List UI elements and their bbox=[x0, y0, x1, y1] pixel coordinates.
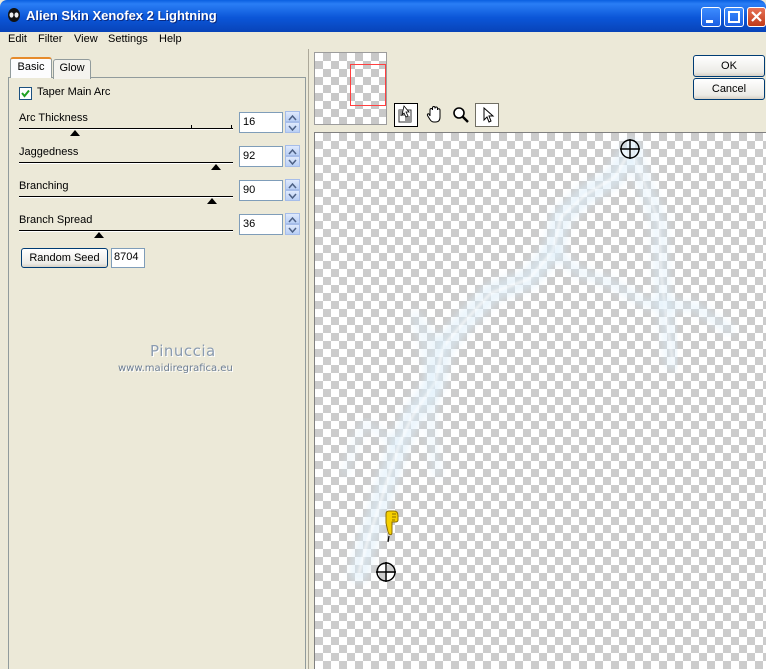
title-bar: Alien Skin Xenofex 2 Lightning bbox=[0, 0, 766, 32]
jaggedness-input[interactable]: 92 bbox=[239, 146, 283, 167]
jaggedness-label: Jaggedness bbox=[19, 146, 79, 158]
menu-bar: Edit Filter View Settings Help bbox=[0, 32, 766, 49]
spin-up-icon[interactable] bbox=[285, 145, 300, 156]
window-title: Alien Skin Xenofex 2 Lightning bbox=[26, 8, 217, 23]
hand-icon[interactable] bbox=[423, 103, 447, 127]
branching-spinner[interactable] bbox=[285, 179, 300, 201]
arc-thickness-input[interactable]: 16 bbox=[239, 112, 283, 133]
lightning-effect bbox=[341, 139, 734, 583]
tab-basic[interactable]: Basic bbox=[10, 57, 52, 78]
spin-down-icon[interactable] bbox=[285, 122, 300, 133]
crosshair-icon[interactable] bbox=[619, 138, 641, 160]
arrow-pointer-icon[interactable] bbox=[475, 103, 499, 127]
minimize-icon bbox=[706, 20, 713, 23]
watermark-name: Pinuccia bbox=[150, 342, 216, 360]
menu-edit[interactable]: Edit bbox=[8, 33, 27, 45]
spin-up-icon[interactable] bbox=[285, 111, 300, 122]
alien-head-icon bbox=[8, 8, 20, 22]
random-seed-value[interactable]: 8704 bbox=[111, 248, 145, 268]
branch-spread-label: Branch Spread bbox=[19, 214, 93, 226]
spin-down-icon[interactable] bbox=[285, 190, 300, 201]
maximize-button[interactable] bbox=[724, 7, 744, 27]
checkmark-icon bbox=[21, 89, 30, 98]
minimize-button[interactable] bbox=[701, 7, 721, 27]
cancel-button[interactable]: Cancel bbox=[693, 78, 765, 100]
crosshair-icon[interactable] bbox=[375, 561, 397, 583]
menu-view[interactable]: View bbox=[74, 33, 98, 45]
ok-button[interactable]: OK bbox=[693, 55, 765, 77]
branching-slider-thumb[interactable] bbox=[207, 198, 217, 204]
preview-canvas[interactable] bbox=[314, 132, 766, 669]
maximize-icon bbox=[728, 11, 740, 23]
taper-main-arc-checkbox[interactable] bbox=[19, 87, 32, 100]
spin-up-icon[interactable] bbox=[285, 213, 300, 224]
navigator-view-frame[interactable] bbox=[350, 64, 386, 106]
spin-up-icon[interactable] bbox=[285, 179, 300, 190]
jaggedness-spinner[interactable] bbox=[285, 145, 300, 167]
arc-thickness-slider[interactable] bbox=[19, 125, 233, 130]
branch-spread-slider[interactable] bbox=[19, 230, 233, 232]
zoom-icon[interactable] bbox=[449, 103, 473, 127]
tab-glow[interactable]: Glow bbox=[53, 59, 91, 79]
branch-spread-input[interactable]: 36 bbox=[239, 214, 283, 235]
jaggedness-slider[interactable] bbox=[19, 162, 233, 164]
spin-down-icon[interactable] bbox=[285, 156, 300, 167]
hand-pointer-icon[interactable] bbox=[380, 510, 402, 544]
branch-spread-spinner[interactable] bbox=[285, 213, 300, 235]
arc-thickness-slider-thumb[interactable] bbox=[70, 130, 80, 136]
branching-slider[interactable] bbox=[19, 196, 233, 198]
taper-main-arc-label: Taper Main Arc bbox=[37, 86, 111, 98]
arc-thickness-spinner[interactable] bbox=[285, 111, 300, 133]
branching-input[interactable]: 90 bbox=[239, 180, 283, 201]
arc-thickness-label: Arc Thickness bbox=[19, 112, 88, 124]
menu-settings[interactable]: Settings bbox=[108, 33, 148, 45]
random-seed-button[interactable]: Random Seed bbox=[21, 248, 108, 268]
menu-filter[interactable]: Filter bbox=[38, 33, 62, 45]
watermark-url: www.maidiregrafica.eu bbox=[118, 363, 233, 374]
close-button[interactable] bbox=[747, 7, 766, 27]
preview-toggle-icon[interactable] bbox=[394, 103, 418, 127]
jaggedness-slider-thumb[interactable] bbox=[211, 164, 221, 170]
close-icon bbox=[751, 11, 762, 22]
branch-spread-slider-thumb[interactable] bbox=[94, 232, 104, 238]
menu-help[interactable]: Help bbox=[159, 33, 182, 45]
branching-label: Branching bbox=[19, 180, 69, 192]
spin-down-icon[interactable] bbox=[285, 224, 300, 235]
